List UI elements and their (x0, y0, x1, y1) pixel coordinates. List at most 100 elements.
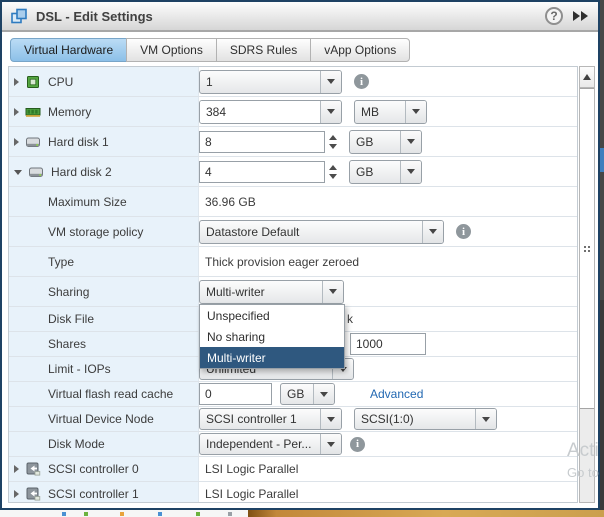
memory-unit-select[interactable]: MB (354, 100, 427, 124)
scroll-up-icon (583, 74, 591, 80)
row-sharing: Sharing Multi-writer (9, 277, 577, 307)
row-label: Shares (48, 337, 86, 351)
row-label: SCSI controller 0 (48, 462, 139, 476)
row-label: SCSI controller 1 (48, 487, 139, 501)
row-label: Disk File (48, 312, 94, 326)
expand-arrow-icon[interactable] (14, 108, 19, 116)
edit-settings-dialog: DSL - Edit Settings ? Virtual Hardware V… (0, 0, 600, 510)
chevron-down-icon[interactable] (400, 161, 421, 183)
scrollbar-thumb[interactable] (580, 88, 594, 409)
scsi1-type-value: LSI Logic Parallel (199, 487, 298, 501)
row-label: Sharing (48, 285, 89, 299)
hardware-list: CPU 1 i (8, 66, 595, 503)
sharing-dropdown-list: Unspecified No sharing Multi-writer (199, 304, 345, 369)
memory-size-input[interactable]: 384 (199, 100, 342, 124)
help-icon[interactable]: ? (545, 7, 563, 25)
row-label: CPU (48, 75, 73, 89)
row-cpu: CPU 1 i (9, 67, 577, 97)
row-virtual-flash-read-cache: Virtual flash read cache 0 GB Advanced (9, 382, 577, 407)
chevron-down-icon[interactable] (475, 409, 496, 429)
shares-value-input[interactable]: 1000 (350, 333, 426, 355)
row-scsi-controller-0: SCSI controller 0 LSI Logic Parallel (9, 457, 577, 482)
advanced-link[interactable]: Advanced (370, 387, 423, 401)
flash-cache-unit-select[interactable]: GB (280, 383, 335, 405)
row-scsi-controller-1: SCSI controller 1 LSI Logic Parallel (9, 482, 577, 503)
hard-disk-1-spinner[interactable] (325, 135, 341, 149)
chevron-down-icon[interactable] (320, 71, 341, 93)
row-virtual-device-node: Virtual Device Node SCSI controller 1 SC… (9, 407, 577, 432)
spin-up-icon (329, 165, 337, 170)
row-label: Hard disk 1 (48, 135, 109, 149)
chevron-down-icon[interactable] (405, 101, 426, 123)
chevron-down-icon[interactable] (320, 434, 341, 454)
dropdown-option-no-sharing[interactable]: No sharing (200, 326, 344, 347)
disk-mode-select[interactable]: Independent - Per... (199, 433, 342, 455)
scrollbar-up-button[interactable] (580, 67, 594, 88)
hard-disk-icon (25, 134, 41, 150)
screen: DSL - Edit Settings ? Virtual Hardware V… (0, 0, 604, 517)
dropdown-option-unspecified[interactable]: Unspecified (200, 305, 344, 326)
maximum-size-value: 36.96 GB (199, 195, 256, 209)
row-label: Type (48, 255, 74, 269)
edit-vm-icon (10, 7, 28, 25)
row-label: Maximum Size (48, 195, 127, 209)
row-hard-disk-1: Hard disk 1 8 GB (9, 127, 577, 157)
spin-up-icon (329, 135, 337, 140)
tab-virtual-hardware[interactable]: Virtual Hardware (10, 38, 127, 62)
chevron-down-icon[interactable] (313, 384, 334, 404)
scsi-node-select[interactable]: SCSI(1:0) (354, 408, 497, 430)
scrollbar-track[interactable] (580, 409, 594, 502)
row-label: VM storage policy (48, 225, 143, 239)
row-label: Disk Mode (48, 437, 105, 451)
hard-disk-1-unit-select[interactable]: GB (349, 130, 422, 154)
sharing-select[interactable]: Multi-writer (199, 280, 344, 304)
chevron-down-icon[interactable] (322, 281, 343, 303)
info-icon: i (354, 74, 369, 89)
chevron-down-icon[interactable] (320, 101, 341, 123)
hard-disk-2-size-input[interactable]: 4 (199, 161, 325, 183)
tab-sdrs-rules[interactable]: SDRS Rules (216, 38, 311, 62)
row-label: Limit - IOPs (48, 362, 111, 376)
dialog-title: DSL - Edit Settings (36, 9, 545, 24)
info-icon: i (350, 437, 365, 452)
vertical-scrollbar (579, 66, 595, 503)
row-vm-storage-policy: VM storage policy Datastore Default i (9, 217, 577, 247)
tab-vm-options[interactable]: VM Options (126, 38, 217, 62)
hard-disk-1-size-input[interactable]: 8 (199, 131, 325, 153)
row-label: Memory (48, 105, 91, 119)
expand-arrow-icon[interactable] (14, 138, 19, 146)
scsi0-type-value: LSI Logic Parallel (199, 462, 298, 476)
background-right-strip (600, 0, 604, 510)
cpu-count-select[interactable]: 1 (199, 70, 342, 94)
row-label: Hard disk 2 (51, 165, 112, 179)
chevron-down-icon[interactable] (422, 221, 443, 243)
chevron-down-icon[interactable] (400, 131, 421, 153)
dialog-titlebar: DSL - Edit Settings ? (2, 2, 598, 32)
cpu-icon (25, 74, 41, 90)
scsi-controller-icon (25, 486, 41, 502)
chevron-down-icon[interactable] (320, 409, 341, 429)
provision-type-value: Thick provision eager zeroed (199, 255, 359, 269)
row-disk-mode: Disk Mode Independent - Per... i (9, 432, 577, 457)
hard-disk-icon (28, 164, 44, 180)
expand-arrow-icon[interactable] (14, 465, 19, 473)
row-label: Virtual Device Node (48, 412, 154, 426)
info-icon: i (456, 224, 471, 239)
memory-icon (25, 104, 41, 120)
expand-arrow-icon[interactable] (14, 78, 19, 86)
storage-policy-select[interactable]: Datastore Default (199, 220, 444, 244)
hard-disk-2-unit-select[interactable]: GB (349, 160, 422, 184)
collapse-arrow-icon[interactable] (14, 170, 22, 175)
hard-disk-2-spinner[interactable] (325, 165, 341, 179)
dropdown-option-multi-writer[interactable]: Multi-writer (200, 347, 344, 368)
tab-vapp-options[interactable]: vApp Options (310, 38, 410, 62)
row-maximum-size: Maximum Size 36.96 GB (9, 187, 577, 217)
tab-bar: Virtual Hardware VM Options SDRS Rules v… (2, 32, 598, 66)
scsi-controller-select[interactable]: SCSI controller 1 (199, 408, 342, 430)
scrollbar-grip-icon (584, 246, 586, 248)
expand-arrow-icon[interactable] (14, 490, 19, 498)
flash-cache-size-input[interactable]: 0 (199, 383, 272, 405)
row-hard-disk-2: Hard disk 2 4 GB (9, 157, 577, 187)
scsi-controller-icon (25, 461, 41, 477)
collapse-panel-icon[interactable] (573, 11, 588, 21)
